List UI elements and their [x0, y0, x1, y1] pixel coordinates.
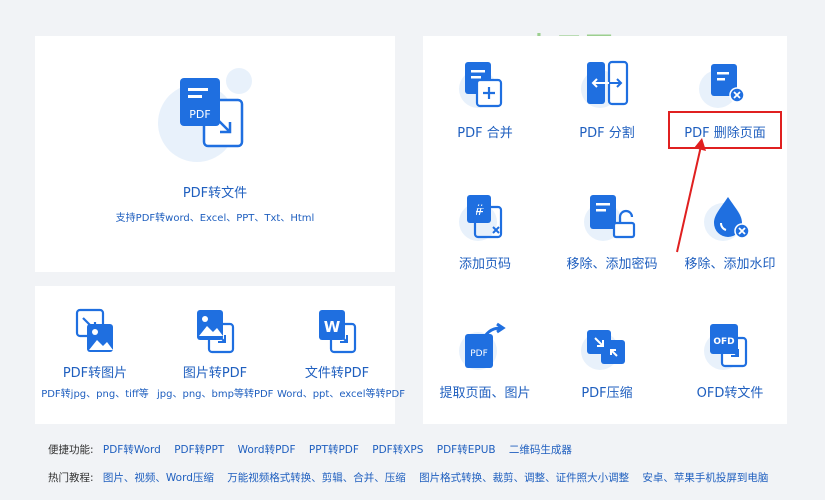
ofd-convert-label: OFD转文件 [696, 386, 764, 401]
compress-icon [581, 322, 631, 372]
pdf-to-file-label: PDF转文件 [182, 186, 248, 201]
extract-tile[interactable]: PDF 提取页面、图片 [430, 322, 540, 401]
pdf-to-image-desc: PDF转jpg、png、tiff等 [41, 389, 149, 400]
svg-text:PDF: PDF [470, 349, 488, 359]
tutorial-link[interactable]: 安卓、苹果手机投屏到电脑 [642, 472, 768, 484]
quick-link[interactable]: Word转PDF [238, 444, 296, 456]
delete-page-icon [699, 60, 749, 110]
file-to-pdf-tile[interactable]: W 文件转PDF Word、ppt、excel等转PDF [277, 308, 405, 400]
ofd-convert-tile[interactable]: OFD OFD转文件 [672, 322, 788, 401]
pdf-merge-tile[interactable]: PDF 合并 [430, 60, 540, 141]
watermark-tile[interactable]: 移除、添加水印 [672, 193, 788, 272]
password-label: 移除、添加密码 [566, 257, 658, 272]
pdf-icon-text: PDF [189, 108, 210, 121]
watermark-label: 移除、添加水印 [684, 257, 776, 272]
quick-link[interactable]: PDF转XPS [372, 444, 423, 456]
pdf-to-image-tile[interactable]: PDF转图片 PDF转jpg、png、tiff等 [37, 308, 153, 400]
quick-link[interactable]: PDF转PPT [174, 444, 224, 456]
add-page-number-tile[interactable]: # 添加页码 [430, 193, 540, 272]
image-to-pdf-desc: jpg、png、bmp等转PDF [157, 389, 274, 400]
extract-label: 提取页面、图片 [439, 386, 531, 401]
lock-icon [584, 193, 638, 243]
file-to-pdf-desc: Word、ppt、excel等转PDF [277, 389, 405, 400]
word-to-pdf-icon: W [315, 308, 359, 356]
highlight-box [668, 111, 782, 149]
convert-to-pdf-card: PDF转图片 PDF转jpg、png、tiff等 图片转PDF jpg、png、… [35, 286, 405, 424]
water-drop-icon [704, 193, 754, 243]
file-to-pdf-label: 文件转PDF [304, 366, 370, 381]
pdf-to-file-desc: 支持PDF转word、Excel、PPT、Txt、Html [115, 213, 315, 224]
pdf-to-file-icon: PDF [158, 68, 260, 162]
extract-icon: PDF [459, 322, 509, 372]
image-to-pdf-label: 图片转PDF [182, 366, 248, 381]
hot-tutorials-row: 热门教程: 图片、视频、Word压缩 万能视频格式转换、剪辑、合并、压缩 图片格… [48, 470, 778, 485]
split-icon [581, 60, 631, 110]
add-page-number-label: 添加页码 [458, 257, 511, 272]
pdf-compress-tile[interactable]: PDF压缩 [552, 322, 662, 401]
svg-text:OFD: OFD [713, 337, 734, 347]
pdf-to-file-tile[interactable]: PDF PDF转文件 支持PDF转word、Excel、PPT、Txt、Html [35, 68, 395, 224]
tutorial-link[interactable]: 图片、视频、Word压缩 [103, 472, 214, 484]
quick-link[interactable]: PPT转PDF [309, 444, 359, 456]
svg-text:W: W [324, 318, 341, 336]
ofd-icon: OFD [704, 322, 754, 372]
merge-icon [459, 60, 509, 110]
tutorial-link[interactable]: 图片格式转换、裁剪、调整、证件照大小调整 [419, 472, 629, 484]
quick-link[interactable]: 二维码生成器 [509, 444, 572, 456]
pdf-to-image-label: PDF转图片 [62, 366, 128, 381]
image-to-pdf-tile[interactable]: 图片转PDF jpg、png、bmp等转PDF [157, 308, 273, 400]
pdf-compress-label: PDF压缩 [581, 386, 633, 401]
image-convert-icon [73, 308, 117, 356]
password-tile[interactable]: 移除、添加密码 [552, 193, 672, 272]
hot-tutorials-label: 热门教程: [48, 472, 94, 484]
pdf-split-tile[interactable]: PDF 分割 [552, 60, 662, 141]
quick-link[interactable]: PDF转Word [103, 444, 161, 456]
page-number-icon: # [459, 193, 509, 243]
image-to-pdf-icon [193, 308, 237, 356]
quick-link[interactable]: PDF转EPUB [437, 444, 496, 456]
quick-links-label: 便捷功能: [48, 444, 94, 456]
quick-links-row: 便捷功能: PDF转Word PDF转PPT Word转PDF PPT转PDF … [48, 442, 582, 457]
tutorial-link[interactable]: 万能视频格式转换、剪辑、合并、压缩 [227, 472, 406, 484]
pdf-merge-label: PDF 合并 [457, 126, 513, 141]
pdf-split-label: PDF 分割 [579, 126, 635, 141]
pdf-convert-card[interactable]: PDF PDF转文件 支持PDF转word、Excel、PPT、Txt、Html [35, 36, 395, 272]
